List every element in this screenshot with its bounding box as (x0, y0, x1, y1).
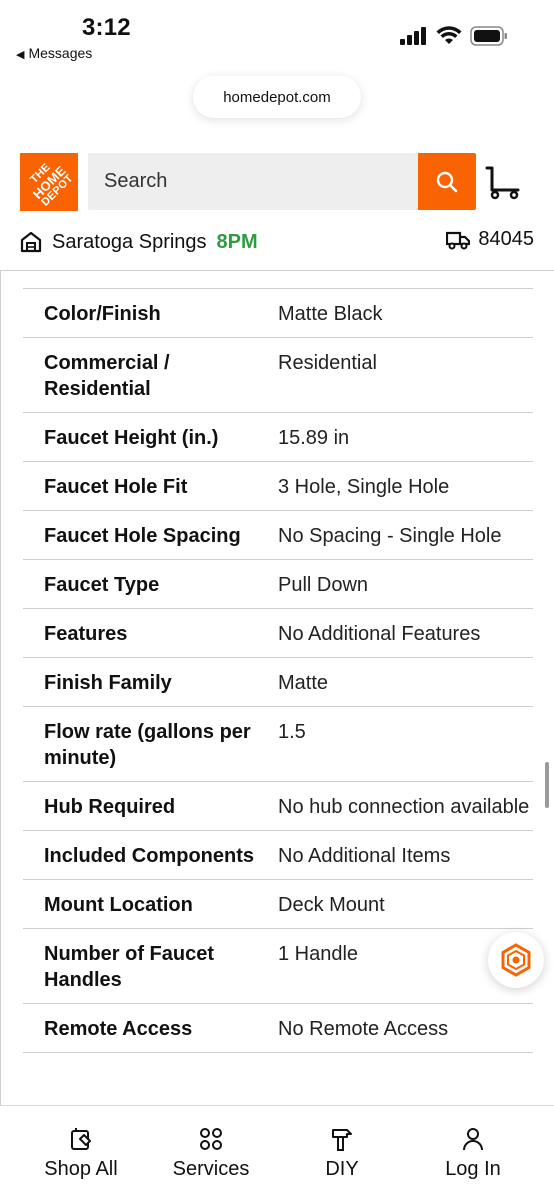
spec-label: Commercial / Residential (44, 352, 170, 400)
store-info-row[interactable]: Saratoga Springs 8PM 84045 (20, 228, 534, 256)
spec-row: Number of Faucet Handles 1 Handle (23, 929, 533, 1004)
spec-value: No Remote Access (278, 1018, 449, 1040)
spec-row: Features No Additional Features (23, 609, 533, 658)
back-arrow-icon: ◀ (16, 49, 25, 61)
spec-value: No Spacing - Single Hole (278, 525, 502, 547)
scroll-indicator[interactable] (545, 762, 549, 808)
spec-label: Number of Faucet Handles (44, 943, 215, 991)
spec-value: No Additional Features (278, 623, 481, 645)
spec-row: Color/Finish Matte Black (23, 289, 533, 338)
spec-value: No hub connection available (278, 796, 530, 818)
spec-label: Faucet Height (in.) (44, 427, 219, 449)
back-label: Messages (28, 45, 93, 61)
store-hours: 8PM (216, 230, 258, 253)
shop-all-icon (71, 1128, 91, 1150)
status-time: 3:12 (82, 14, 131, 41)
spec-label: Hub Required (44, 796, 176, 818)
address-bar[interactable]: homedepot.com (193, 76, 361, 118)
nav-services[interactable]: Services (151, 1126, 271, 1181)
spec-row: Faucet Hole Spacing No Spacing - Single H… (23, 511, 533, 560)
spec-row: Faucet Type Pull Down (23, 560, 533, 609)
cellular-signal-icon (400, 27, 426, 45)
spec-value: 3 Hole, Single Hole (278, 476, 450, 498)
spec-value: 15.89 in (278, 427, 350, 449)
spec-row: Hub Required No hub connection available (23, 782, 533, 831)
search-input[interactable] (88, 153, 418, 210)
spec-label: Flow rate (gallons per minute) (44, 721, 251, 769)
hexagon-chat-icon (501, 943, 531, 977)
wifi-icon (436, 26, 462, 44)
spec-rows: Color/Finish Matte Black Commercial / Resi… (23, 271, 533, 1053)
cart-icon (485, 166, 520, 200)
spec-label: Remote Access (44, 1018, 193, 1040)
search-icon (436, 171, 458, 192)
diy-hammer-icon (332, 1129, 352, 1151)
spec-value: 1.5 (278, 721, 306, 743)
status-icons (400, 26, 508, 46)
spec-label: Faucet Hole Spacing (44, 525, 241, 547)
spec-value: Residential (278, 352, 377, 374)
spec-row: Flow rate (gallons per minute) 1.5 (23, 707, 533, 782)
url-text: homedepot.com (223, 88, 331, 106)
spec-value: Matte (278, 672, 329, 694)
spec-label: Faucet Type (44, 574, 160, 596)
person-icon (463, 1128, 483, 1151)
spec-row: Included Components No Additional Items (23, 831, 533, 880)
search-button[interactable] (418, 153, 476, 210)
delivery-truck-icon (446, 231, 471, 249)
status-bar: 3:12 ◀ Messages (0, 0, 554, 70)
logo-text: THE HOME DEPOT (8, 141, 90, 223)
spec-label: Features (44, 623, 128, 645)
spec-label: Color/Finish (44, 303, 161, 325)
delivery-zip[interactable]: 84045 (446, 228, 534, 251)
cart-button[interactable] (484, 162, 524, 202)
spec-label: Faucet Hole Fit (44, 476, 188, 498)
services-icon (200, 1128, 222, 1150)
nav-label-diy: DIY (325, 1158, 359, 1180)
back-to-messages-link[interactable]: ◀ Messages (16, 45, 92, 61)
spec-label: Included Components (44, 845, 254, 867)
spec-row: Faucet Hole Fit 3 Hole, Single Hole (23, 462, 533, 511)
spec-row: Commercial / Residential Residential (23, 338, 533, 413)
spec-value: No Additional Items (278, 845, 451, 867)
home-depot-logo[interactable]: THE HOME DEPOT (20, 153, 78, 211)
partial-row-cut-off (23, 271, 533, 289)
battery-icon (470, 26, 507, 46)
zip-code: 84045 (478, 228, 534, 250)
specifications-table: Color/Finish Matte Black Commercial / Resi… (0, 270, 554, 1105)
store-name: Saratoga Springs (52, 230, 207, 253)
spec-value: Deck Mount (278, 894, 385, 916)
nav-label-shop-all: Shop All (44, 1158, 118, 1180)
spec-row: Faucet Height (in.) 15.89 in (23, 413, 533, 462)
chat-assistant-button[interactable] (488, 932, 544, 988)
spec-label: Finish Family (44, 672, 172, 694)
nav-diy[interactable]: DIY (282, 1126, 402, 1181)
store-icon (20, 231, 42, 253)
spec-value: Pull Down (278, 574, 369, 596)
spec-row: Finish Family Matte (23, 658, 533, 707)
nav-label-services: Services (172, 1158, 250, 1180)
spec-label: Mount Location (44, 894, 193, 916)
spec-row: Remote Access No Remote Access (23, 1004, 533, 1053)
nav-log-in[interactable]: Log In (413, 1126, 533, 1181)
spec-row: Mount Location Deck Mount (23, 880, 533, 929)
bottom-navigation: Shop All Services DIY Log In (0, 1105, 554, 1200)
nav-shop-all[interactable]: Shop All (21, 1126, 141, 1181)
nav-label-log-in: Log In (445, 1158, 501, 1180)
spec-value: Matte Black (278, 303, 383, 325)
